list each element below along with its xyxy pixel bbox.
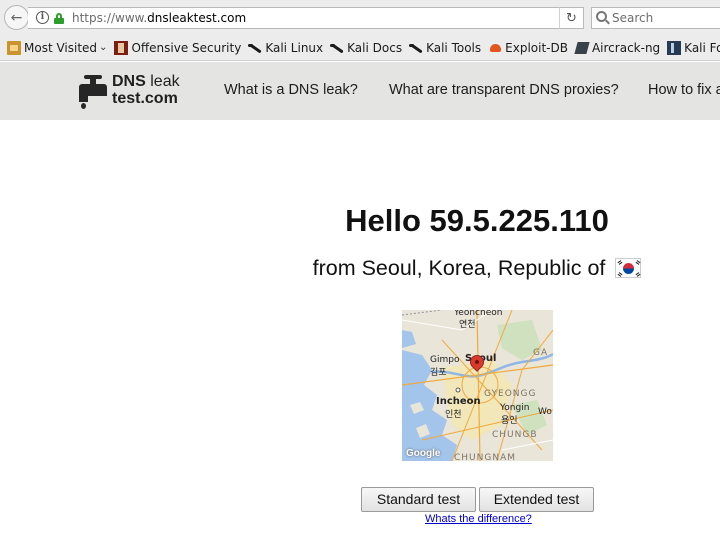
navigation-toolbar: ← i https://www.dnsleaktest.com ↻ Search	[0, 0, 720, 35]
logo-leak: leak	[150, 73, 180, 90]
lock-icon[interactable]	[54, 13, 64, 24]
kali-dragon-icon	[248, 41, 262, 55]
extended-test-button[interactable]: Extended test	[479, 487, 594, 512]
aircrack-icon	[575, 41, 589, 55]
bookmark-offensive-security[interactable]: Offensive Security	[114, 40, 242, 55]
kali-dragon-icon	[409, 41, 423, 55]
logo-text: DNS leak test.com	[112, 73, 180, 107]
bookmark-label: Kali Tools	[426, 40, 482, 55]
url-bar[interactable]: i https://www.dnsleaktest.com	[28, 7, 583, 29]
map-label-gimpo: Gimpo	[430, 355, 460, 365]
kali-dragon-icon	[330, 41, 344, 55]
arrow-left-icon: ←	[10, 9, 23, 26]
bookmark-label: Exploit-DB	[505, 40, 568, 55]
url-prefix: https://www.	[72, 11, 148, 25]
map-label-gyeonggi: GYEONGG	[484, 389, 537, 399]
reload-icon: ↻	[566, 11, 577, 26]
google-logo: Google	[406, 448, 441, 459]
map-label-yongin: Yongin	[500, 403, 530, 413]
bookmark-label: Kali Forums	[684, 40, 720, 55]
bookmark-kali-linux[interactable]: Kali Linux	[248, 41, 323, 55]
logo-dns: DNS	[112, 73, 146, 90]
site-logo[interactable]: DNS leak test.com	[77, 73, 192, 109]
map-label-incheon-kr: 인천	[445, 410, 462, 420]
search-input[interactable]: Search	[591, 7, 720, 29]
chevron-down-icon: ⌄	[99, 42, 108, 53]
folder-icon	[7, 40, 21, 55]
kali-forums-icon	[667, 40, 682, 55]
site-header: DNS leak test.com What is a DNS leak? Wh…	[0, 62, 720, 120]
faucet-icon	[77, 75, 109, 109]
bookmark-label: Kali Docs	[347, 40, 403, 55]
hello-ip-heading: Hello 59.5.225.110	[345, 203, 609, 238]
standard-test-button[interactable]: Standard test	[361, 487, 476, 512]
bookmark-aircrack-ng[interactable]: Aircrack-ng	[575, 41, 660, 55]
map-label-incheon: Incheon	[436, 396, 481, 407]
back-button[interactable]: ←	[4, 5, 29, 30]
search-placeholder: Search	[612, 11, 654, 25]
location-map[interactable]: Yeoncheon 연천 Seoul Gimpo 김포 Incheon 인천 Y…	[402, 310, 553, 461]
reload-button[interactable]: ↻	[559, 7, 584, 29]
map-label-chungnam: CHUNGNAM	[454, 453, 516, 461]
url-domain: dnsleaktest.com	[147, 11, 247, 25]
nav-link-transparent-dns-proxies[interactable]: What are transparent DNS proxies?	[389, 82, 619, 98]
exploit-db-icon	[488, 41, 502, 55]
nav-link-how-to-fix[interactable]: How to fix a	[648, 82, 720, 98]
bookmark-label: Aircrack-ng	[591, 40, 661, 55]
map-label-wo: Wo	[538, 407, 552, 417]
bookmark-label: Offensive Security	[131, 40, 242, 55]
map-label-yeoncheon-kr: 연천	[459, 320, 476, 330]
map-label-yongin-kr: 용인	[501, 416, 518, 426]
location-text: from Seoul, Korea, Republic of	[312, 256, 606, 280]
map-label-chungbuk: CHUNGB	[492, 430, 538, 440]
search-icon	[596, 11, 607, 22]
bookmark-kali-tools[interactable]: Kali Tools	[409, 41, 481, 55]
korea-flag-icon	[615, 258, 642, 278]
location-line: from Seoul, Korea, Republic of	[250, 256, 704, 281]
whats-the-difference-link[interactable]: Whats the difference?	[425, 513, 532, 525]
offensive-security-icon	[114, 40, 129, 55]
bookmark-label: Most Visited	[24, 40, 98, 55]
bookmarks-toolbar: Most Visited ⌄ Offensive Security Kali L…	[0, 35, 720, 61]
bookmark-kali-docs[interactable]: Kali Docs	[330, 41, 402, 55]
map-label-gimpo-kr: 김포	[430, 368, 447, 378]
logo-domain: test.com	[112, 90, 178, 107]
bookmark-kali-forums[interactable]: Kali Forums	[667, 40, 720, 55]
bookmark-most-visited[interactable]: Most Visited ⌄	[7, 40, 108, 55]
bookmark-exploit-db[interactable]: Exploit-DB	[488, 41, 568, 55]
info-icon[interactable]: i	[36, 11, 49, 24]
bookmark-label: Kali Linux	[265, 40, 324, 55]
nav-link-what-is-dns-leak[interactable]: What is a DNS leak?	[224, 82, 358, 98]
map-label-ga: GA	[533, 348, 549, 358]
url-text[interactable]: https://www.dnsleaktest.com	[72, 10, 246, 26]
